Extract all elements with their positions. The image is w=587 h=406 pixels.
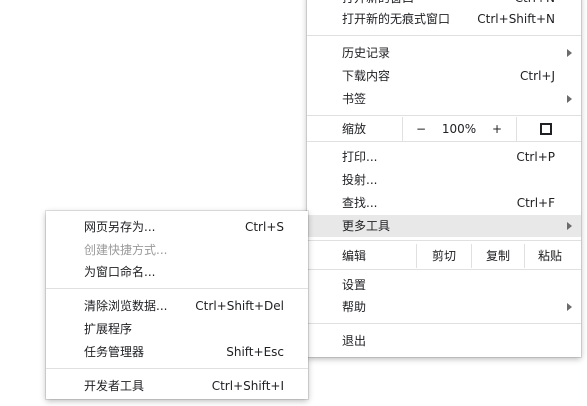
menu-separator xyxy=(46,288,308,289)
menu-item-shortcut: Ctrl+Shift+I xyxy=(211,379,284,393)
submenu-item-create-shortcut: 创建快捷方式... xyxy=(46,239,308,261)
menu-separator xyxy=(307,115,581,116)
menu-item-label: 退出 xyxy=(342,334,367,348)
menu-item-history[interactable]: 历史记录 xyxy=(307,42,581,64)
menu-item-label: 下载内容 xyxy=(342,69,391,83)
submenu-item-task-manager[interactable]: 任务管理器 Shift+Esc xyxy=(46,341,308,363)
menu-item-print[interactable]: 打印... Ctrl+P xyxy=(307,146,581,168)
menu-item-label: 任务管理器 xyxy=(84,345,145,359)
menu-separator xyxy=(307,35,581,36)
menu-item-label: 更多工具 xyxy=(342,219,391,233)
submenu-item-clear-browsing-data[interactable]: 清除浏览数据... Ctrl+Shift+Del xyxy=(46,295,308,317)
menu-item-label: 创建快捷方式... xyxy=(84,243,168,257)
more-tools-submenu: 网页另存为... Ctrl+S 创建快捷方式... 为窗口命名... 清除浏览数… xyxy=(46,211,308,399)
menu-separator xyxy=(307,240,581,241)
menu-item-shortcut: Ctrl+J xyxy=(520,69,555,83)
menu-item-label: 网页另存为... xyxy=(84,220,156,234)
menu-item-new-incognito-window[interactable]: 打开新的无痕式窗口 Ctrl+Shift+N xyxy=(307,8,581,30)
edit-row: 编辑 剪切 复制 粘贴 xyxy=(307,244,581,268)
submenu-item-name-window[interactable]: 为窗口命名... xyxy=(46,261,308,283)
copy-button[interactable]: 复制 xyxy=(472,244,524,268)
menu-item-label: 为窗口命名... xyxy=(84,265,156,279)
menu-item-label: 清除浏览数据... xyxy=(84,299,168,313)
menu-item-shortcut: Shift+Esc xyxy=(226,345,284,359)
zoom-in-button[interactable]: + xyxy=(487,117,507,141)
edit-label: 编辑 xyxy=(342,249,367,263)
menu-item-label: 投射... xyxy=(342,173,378,187)
fullscreen-icon[interactable] xyxy=(540,123,552,135)
menu-item-more-tools[interactable]: 更多工具 xyxy=(307,215,581,237)
menu-separator xyxy=(307,141,581,142)
menu-item-downloads[interactable]: 下载内容 Ctrl+J xyxy=(307,65,581,87)
zoom-level: 100% xyxy=(441,122,477,136)
menu-item-shortcut: Ctrl+Shift+Del xyxy=(195,299,284,313)
menu-item-label: 开发者工具 xyxy=(84,379,145,393)
paste-button[interactable]: 粘贴 xyxy=(525,244,575,268)
submenu-arrow-icon xyxy=(567,222,572,230)
menu-item-label: 设置 xyxy=(342,278,367,292)
menu-item-shortcut: Ctrl+S xyxy=(244,220,284,234)
menu-item-exit[interactable]: 退出 xyxy=(307,330,581,352)
chrome-main-menu: 打开新的窗口 Ctrl+N 打开新的无痕式窗口 Ctrl+Shift+N 历史记… xyxy=(307,0,581,357)
menu-item-label: 查找... xyxy=(342,196,378,210)
submenu-item-extensions[interactable]: 扩展程序 xyxy=(46,318,308,340)
menu-item-shortcut: Ctrl+F xyxy=(516,196,555,210)
cut-button[interactable]: 剪切 xyxy=(417,244,471,268)
menu-item-bookmarks[interactable]: 书签 xyxy=(307,88,581,110)
menu-item-label: 打印... xyxy=(342,150,378,164)
submenu-arrow-icon xyxy=(567,49,572,57)
menu-item-label: 历史记录 xyxy=(342,46,391,60)
menu-item-label: 扩展程序 xyxy=(84,322,133,336)
menu-separator xyxy=(307,269,581,270)
submenu-arrow-icon xyxy=(567,303,572,311)
zoom-divider xyxy=(516,117,517,141)
submenu-arrow-icon xyxy=(567,95,572,103)
submenu-item-developer-tools[interactable]: 开发者工具 Ctrl+Shift+I xyxy=(46,375,308,397)
menu-item-shortcut: Ctrl+P xyxy=(516,150,555,164)
menu-item-settings[interactable]: 设置 xyxy=(307,274,581,296)
zoom-row: 缩放 − 100% + xyxy=(307,117,581,141)
menu-item-shortcut: Ctrl+Shift+N xyxy=(477,12,555,26)
menu-item-label: 书签 xyxy=(342,92,367,106)
submenu-item-save-page-as[interactable]: 网页另存为... Ctrl+S xyxy=(46,216,308,238)
zoom-label: 缩放 xyxy=(342,122,367,136)
menu-separator xyxy=(307,323,581,324)
menu-separator xyxy=(46,368,308,369)
menu-item-label: 帮助 xyxy=(342,300,367,314)
menu-item-help[interactable]: 帮助 xyxy=(307,296,581,318)
menu-item-cast[interactable]: 投射... xyxy=(307,169,581,191)
zoom-out-button[interactable]: − xyxy=(411,117,431,141)
zoom-divider xyxy=(402,117,403,141)
menu-item-find[interactable]: 查找... Ctrl+F xyxy=(307,192,581,214)
menu-item-label: 打开新的无痕式窗口 xyxy=(342,12,451,26)
